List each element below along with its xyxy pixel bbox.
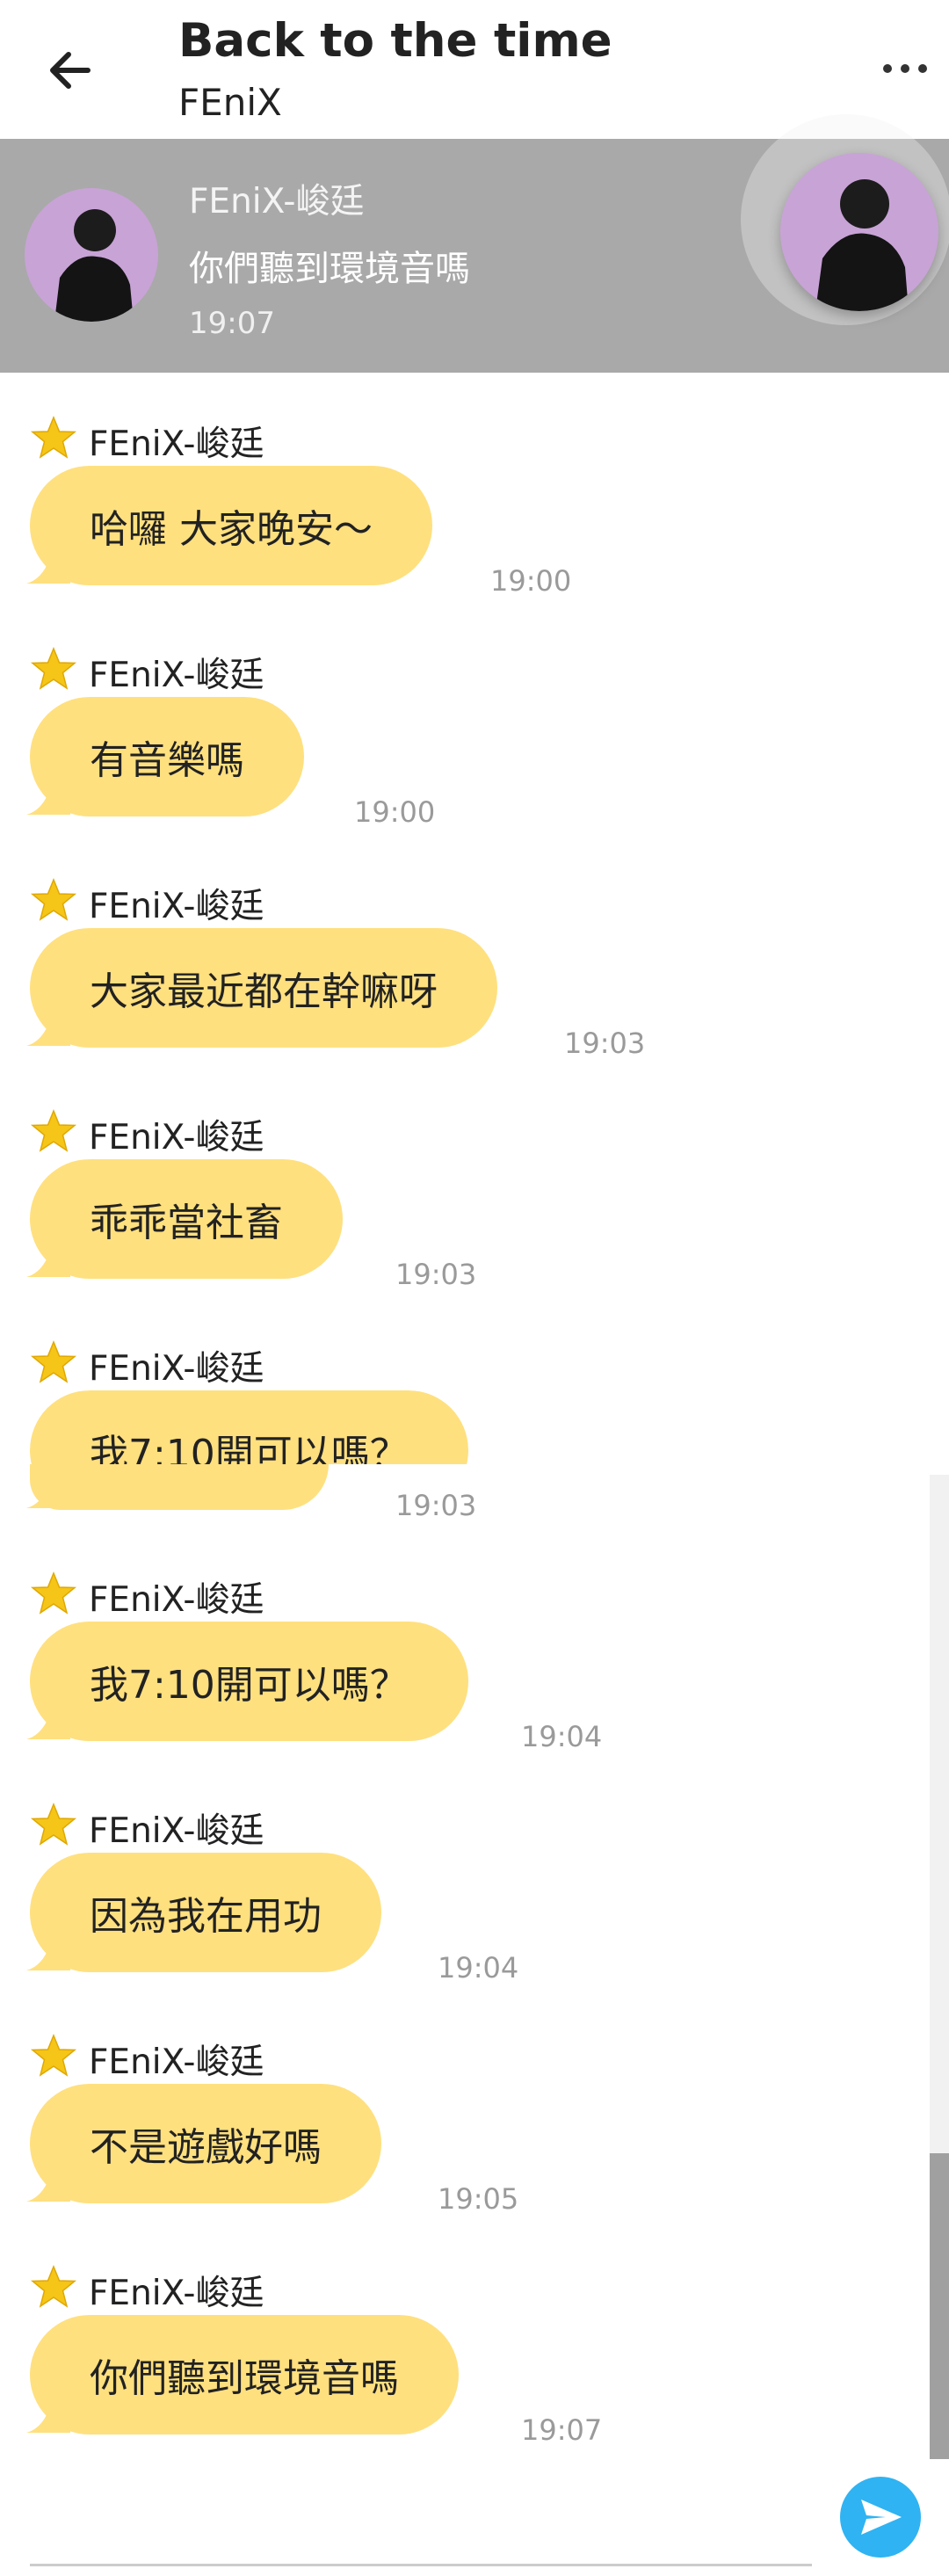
message-text: 有音樂嗎 [30,697,304,816]
more-dots-icon [883,64,927,73]
floating-avatar-button[interactable] [780,153,938,311]
glitch-clip: 我7:10開可以嗎？ [30,1390,468,1464]
message-text: 我7:10開可以嗎？ [30,1622,468,1741]
banner-avatar [25,188,158,322]
banner-sender: FEniX-峻廷 [189,182,365,221]
verified-star-icon [30,2034,77,2077]
message-bubble[interactable]: 有音樂嗎 [26,697,304,816]
banner-message: 你們聽到環境音嗎 [189,249,470,289]
bubble-tail [26,1473,70,1508]
message-text: 大家最近都在幹嘛呀 [30,928,497,1048]
message-input-underline[interactable] [30,2564,812,2566]
message-item: FEniX-峻廷 我7:10開可以嗎？ 19:03 [0,1322,931,1552]
verified-star-icon [30,1340,77,1383]
paper-plane-send-icon [861,2500,902,2535]
sender-name: FEniX-峻廷 [89,656,264,695]
message-item: FEniX-峻廷 不是遊戲好嗎 19:05 [0,2015,931,2246]
message-item: FEniX-峻廷 有音樂嗎 19:00 [0,628,931,859]
message-text: 乖乖當社畜 [30,1159,343,1279]
message-text: 因為我在用功 [30,1853,381,1972]
sender-name: FEniX-峻廷 [89,1811,264,1851]
message-bubble[interactable]: 你們聽到環境音嗎 [26,2315,459,2435]
person-silhouette-icon [815,179,909,311]
chat-title: Back to the time [178,14,612,68]
message-bubble[interactable]: 我7:10開可以嗎？ [26,1622,468,1741]
message-time: 19:05 [438,2182,519,2216]
sender-name: FEniX-峻廷 [89,1349,264,1389]
sender-name: FEniX-峻廷 [89,2274,264,2313]
sender-name: FEniX-峻廷 [89,2043,264,2082]
message-time: 19:03 [564,1027,646,1060]
message-time: 19:03 [395,1489,477,1522]
back-button[interactable] [35,35,105,105]
arrow-left-icon [50,52,91,89]
message-item: FEniX-峻廷 哈囉 大家晚安～ 19:00 [0,397,931,628]
message-time: 19:03 [395,1258,477,1291]
message-bubble[interactable]: 乖乖當社畜 [26,1159,343,1279]
message-text: 你們聽到環境音嗎 [30,2315,459,2435]
message-time: 19:00 [354,795,436,829]
verified-star-icon [30,1571,77,1615]
message-bubble[interactable]: 大家最近都在幹嘛呀 [26,928,497,1048]
verified-star-icon [30,878,77,921]
verified-star-icon [30,2265,77,2308]
message-bubble[interactable]: 不是遊戲好嗎 [26,2084,381,2203]
send-button[interactable] [840,2477,921,2558]
message-time: 19:07 [521,2413,603,2447]
person-silhouette-icon [54,209,134,322]
scrollbar-thumb[interactable] [930,2153,949,2459]
message-item: FEniX-峻廷 大家最近都在幹嘛呀 19:03 [0,860,931,1090]
chat-subtitle: FEniX [178,81,282,124]
message-bubble[interactable]: 哈囉 大家晚安～ [26,466,432,585]
banner-time: 19:07 [189,306,275,341]
verified-star-icon [30,1109,77,1152]
message-text: 哈囉 大家晚安～ [30,466,432,585]
message-time: 19:04 [521,1720,603,1753]
verified-star-icon [30,647,77,690]
message-item: FEniX-峻廷 因為我在用功 19:04 [0,1784,931,2014]
message-time: 19:00 [490,564,572,598]
verified-star-icon [30,1803,77,1846]
sender-name: FEniX-峻廷 [89,424,264,464]
message-text: 我7:10開可以嗎？ [30,1390,468,1464]
message-item: FEniX-峻廷 我7:10開可以嗎？ 19:04 [0,1553,931,1783]
sender-name: FEniX-峻廷 [89,1118,264,1157]
glitch-bubble-lower [30,1464,329,1510]
message-time: 19:04 [438,1951,519,1985]
chat-header: Back to the time FEniX [0,0,949,139]
sender-name: FEniX-峻廷 [89,1580,264,1620]
verified-star-icon [30,416,77,459]
message-item: FEniX-峻廷 乖乖當社畜 19:03 [0,1091,931,1321]
message-item: FEniX-峻廷 你們聽到環境音嗎 19:07 [0,2246,931,2477]
more-options-button[interactable] [879,44,931,97]
message-bubble[interactable]: 因為我在用功 [26,1853,381,1972]
sender-name: FEniX-峻廷 [89,887,264,926]
message-text: 不是遊戲好嗎 [30,2084,381,2203]
